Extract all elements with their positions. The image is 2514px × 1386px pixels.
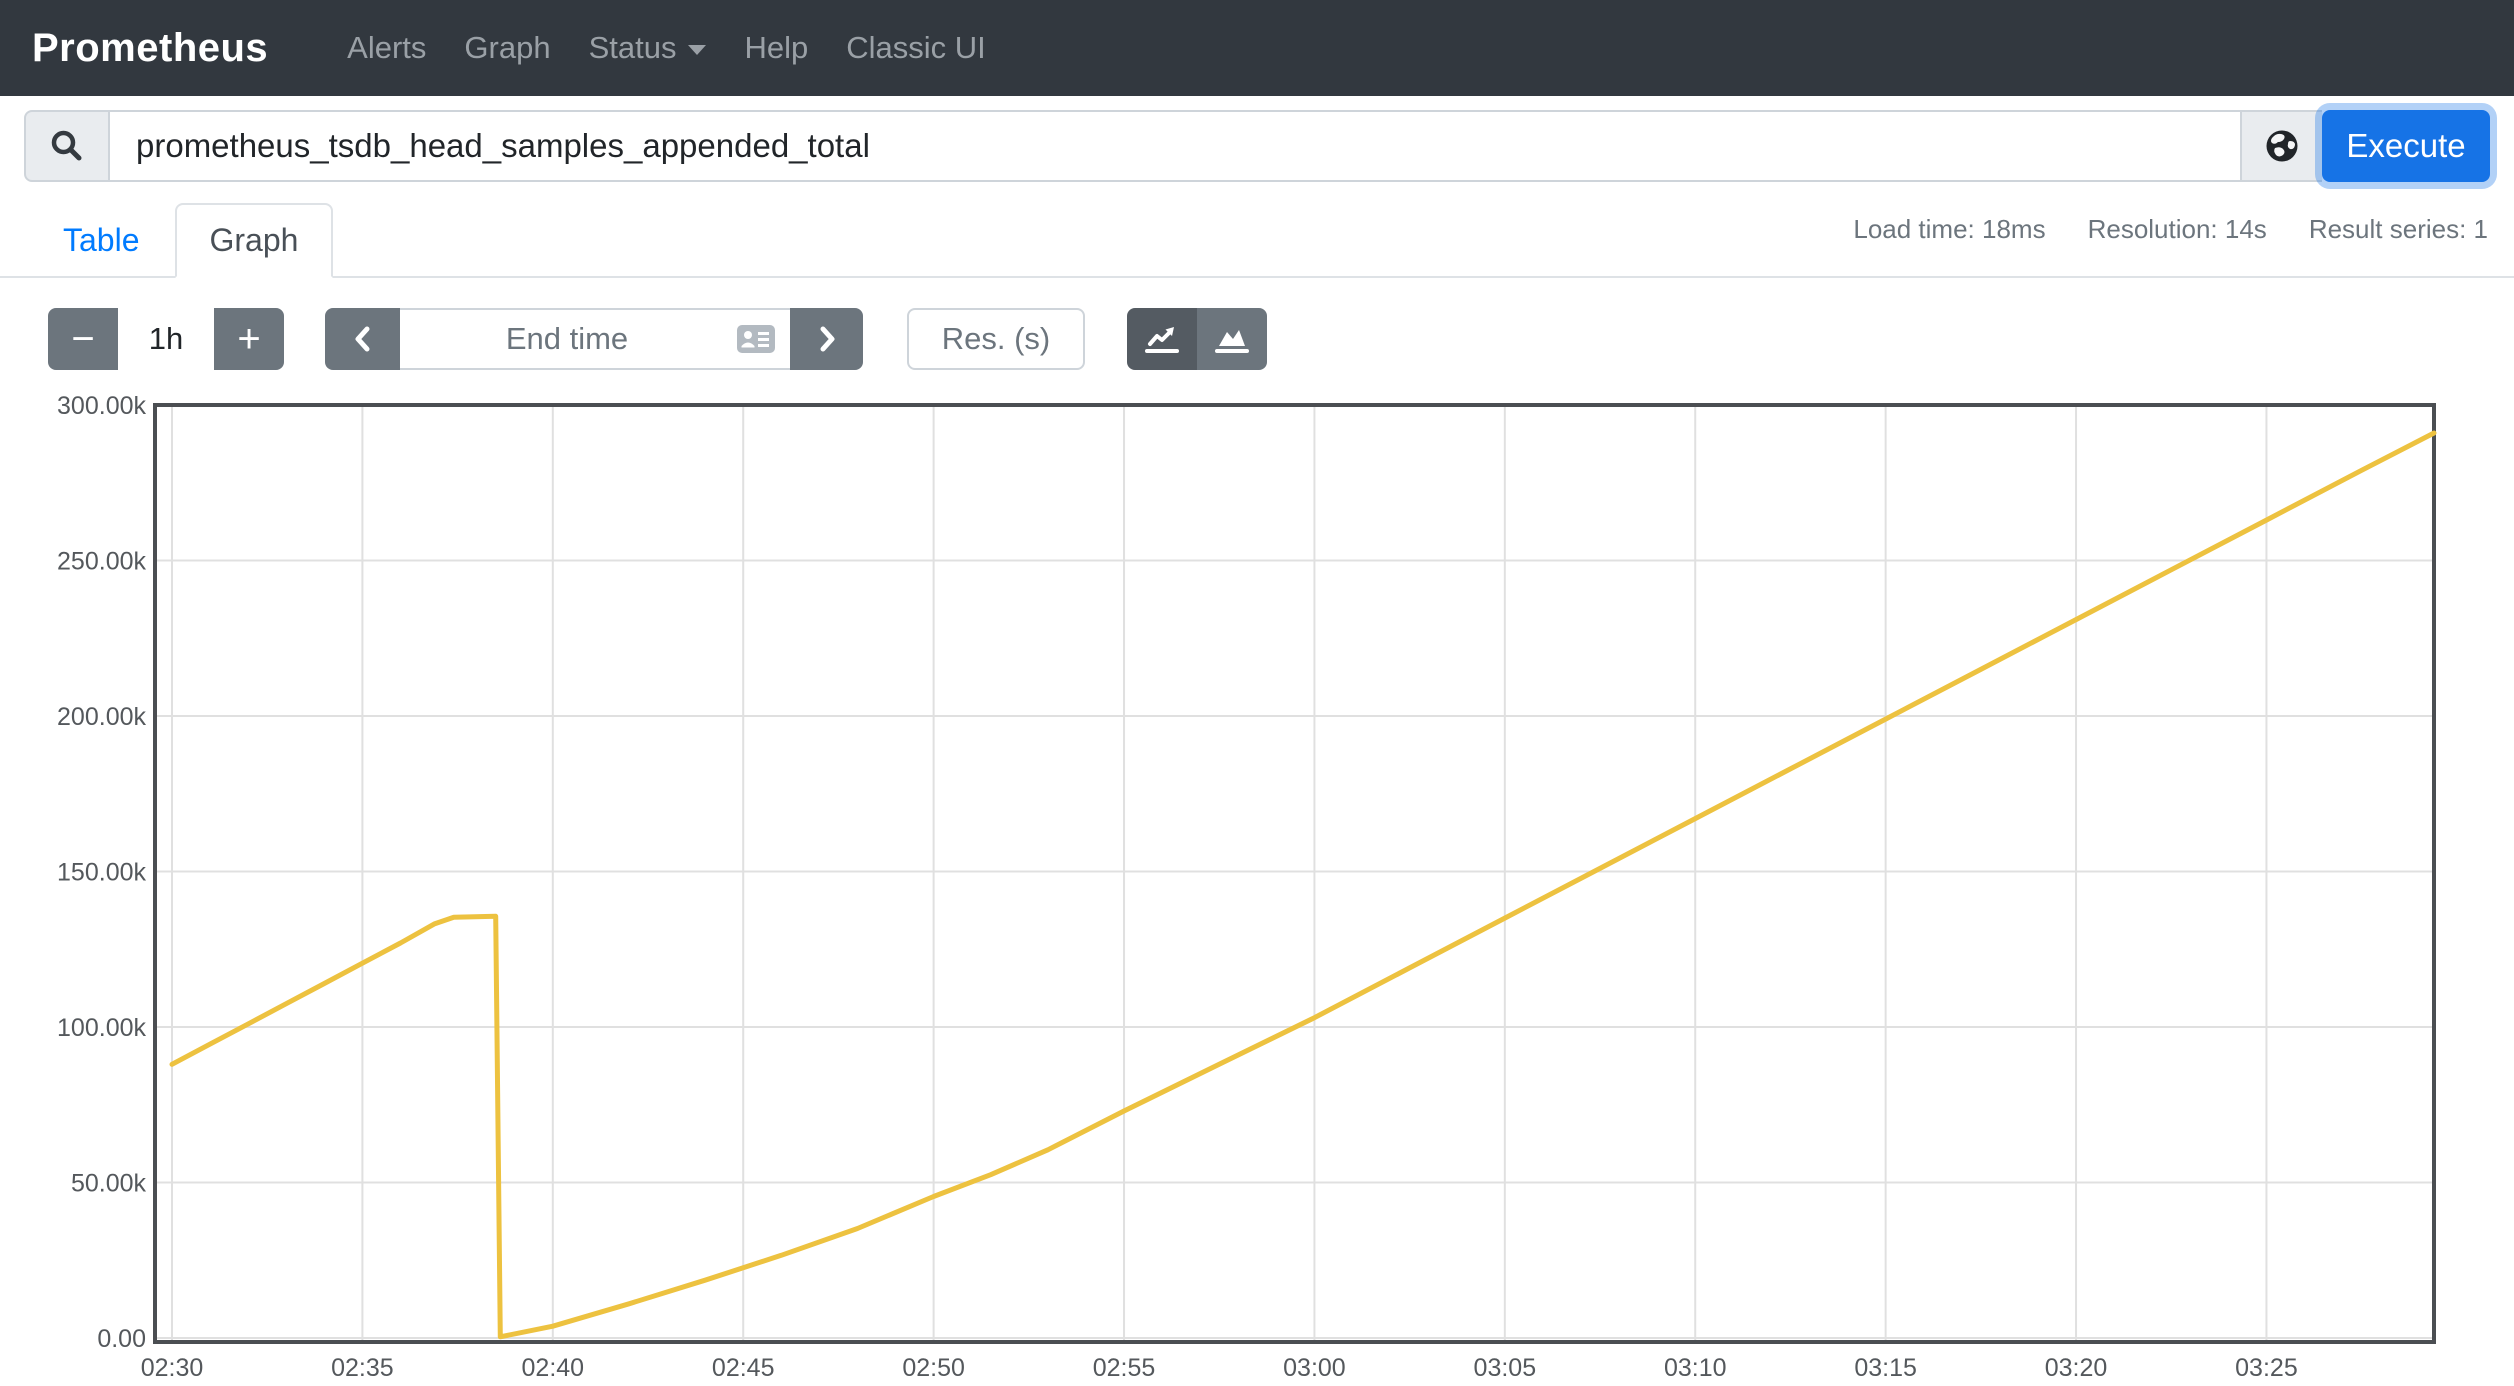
- svg-text:50.00k: 50.00k: [71, 1170, 147, 1198]
- query-input[interactable]: [110, 110, 2240, 182]
- nav-item-graph[interactable]: Graph: [445, 30, 569, 66]
- chart-area-icon: [1215, 330, 1249, 353]
- globe-icon: [2266, 130, 2298, 162]
- nav-item-help[interactable]: Help: [725, 30, 827, 66]
- end-time-input[interactable]: [400, 308, 790, 370]
- duration-stepper: − +: [48, 308, 284, 370]
- nav-item-status[interactable]: Status: [570, 30, 726, 66]
- stacked-mode-button[interactable]: [1197, 308, 1267, 370]
- graph-canvas[interactable]: 0.00 50.00k 100.00k 150.00k 200.00k 250.00k 30…: [0, 390, 2514, 1386]
- navbar: Prometheus Alerts Graph Status Help Clas…: [0, 0, 2514, 96]
- svg-text:03:05: 03:05: [1474, 1354, 1537, 1382]
- tab-graph[interactable]: Graph: [174, 203, 334, 278]
- load-time-stat: Load time: 18ms: [1853, 214, 2046, 244]
- svg-text:100.00k: 100.00k: [57, 1014, 146, 1042]
- duration-decrease-button[interactable]: −: [48, 308, 118, 370]
- tab-table[interactable]: Table: [28, 203, 175, 278]
- svg-text:03:20: 03:20: [2045, 1354, 2108, 1382]
- svg-text:03:15: 03:15: [1854, 1354, 1917, 1382]
- graph-mode-toggle: [1127, 308, 1267, 370]
- svg-text:0.00: 0.00: [97, 1325, 146, 1353]
- metrics-explorer-button[interactable]: [2240, 110, 2322, 182]
- time-next-button[interactable]: [790, 308, 863, 370]
- graph-panel: 0.00 50.00k 100.00k 150.00k 200.00k 250.00k 30…: [0, 390, 2514, 1386]
- svg-text:02:35: 02:35: [331, 1354, 394, 1382]
- brand-link[interactable]: Prometheus: [32, 26, 268, 71]
- search-icon: [51, 130, 82, 161]
- resolution-input[interactable]: [907, 308, 1085, 370]
- svg-text:02:45: 02:45: [712, 1354, 775, 1382]
- query-stats: Load time: 18ms Resolution: 14s Result s…: [1811, 214, 2488, 245]
- end-time-field: [400, 308, 790, 370]
- resolution-stat: Resolution: 14s: [2087, 214, 2267, 244]
- chart-line-icon: [1145, 327, 1179, 353]
- search-icon-box: [24, 110, 110, 182]
- nav-item-classic-ui[interactable]: Classic UI: [827, 30, 1005, 66]
- time-navigation: [325, 308, 863, 370]
- dropdown-caret-icon: [688, 45, 707, 55]
- line-mode-button[interactable]: [1127, 308, 1197, 370]
- time-prev-button[interactable]: [325, 308, 400, 370]
- svg-text:03:25: 03:25: [2235, 1354, 2298, 1382]
- execute-button[interactable]: Execute: [2322, 110, 2490, 182]
- svg-text:250.00k: 250.00k: [57, 548, 146, 576]
- svg-text:03:00: 03:00: [1283, 1354, 1346, 1382]
- chevron-right-icon: [820, 326, 834, 352]
- svg-text:02:30: 02:30: [141, 1354, 204, 1382]
- svg-text:150.00k: 150.00k: [57, 859, 146, 887]
- tabs-row: Table Graph Load time: 18ms Resolution: …: [0, 203, 2514, 278]
- duration-increase-button[interactable]: +: [214, 308, 284, 370]
- result-series-stat: Result series: 1: [2308, 214, 2488, 244]
- svg-text:300.00k: 300.00k: [57, 392, 146, 420]
- svg-text:03:10: 03:10: [1664, 1354, 1727, 1382]
- svg-text:02:40: 02:40: [522, 1354, 585, 1382]
- svg-text:02:50: 02:50: [902, 1354, 965, 1382]
- nav-item-alerts[interactable]: Alerts: [328, 30, 445, 66]
- svg-text:02:55: 02:55: [1093, 1354, 1156, 1382]
- graph-controls: − +: [48, 308, 2514, 370]
- calendar-icon[interactable]: [736, 324, 776, 354]
- query-bar: Execute: [24, 110, 2490, 182]
- nav-links: Alerts Graph Status Help Classic UI: [328, 30, 1005, 66]
- duration-input[interactable]: [118, 308, 214, 370]
- chevron-left-icon: [355, 326, 369, 352]
- svg-text:200.00k: 200.00k: [57, 703, 146, 731]
